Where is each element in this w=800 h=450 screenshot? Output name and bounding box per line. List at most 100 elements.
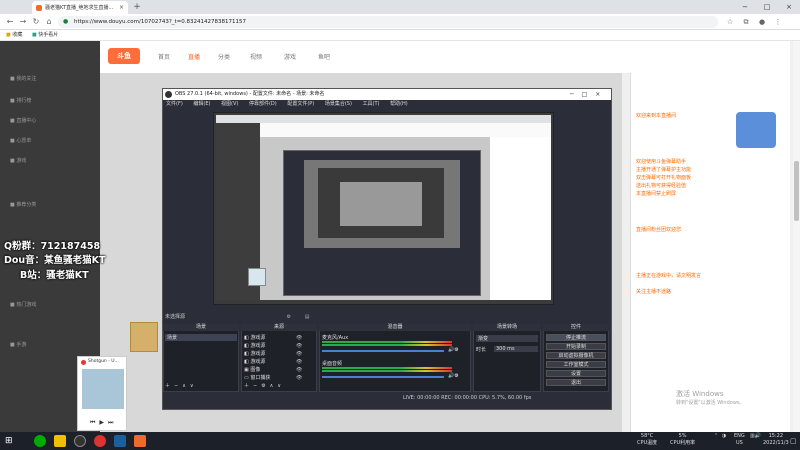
playback-controls[interactable]: ⏮▶⏭ bbox=[90, 419, 117, 427]
chat-line: 欢迎使用斗鱼弹幕助手 bbox=[636, 159, 687, 165]
home-icon[interactable]: ⌂ bbox=[43, 14, 55, 30]
network-volume-icons[interactable]: ▥🔊 bbox=[750, 433, 761, 440]
folder-app-icon[interactable] bbox=[54, 435, 66, 447]
menu-edit[interactable]: 编辑(E) bbox=[193, 101, 210, 107]
obs-logo-icon bbox=[165, 91, 172, 98]
scrollbar-thumb[interactable] bbox=[794, 161, 799, 221]
nav-category[interactable]: 分类 bbox=[218, 52, 230, 61]
album-cover bbox=[82, 369, 124, 409]
source-item[interactable]: ◧ 游戏源 bbox=[244, 358, 265, 365]
clock[interactable]: 15:22 2022/11/3 bbox=[763, 433, 789, 447]
page-scrollbar[interactable] bbox=[793, 41, 800, 432]
nav-fishbar[interactable]: 鱼吧 bbox=[318, 52, 330, 61]
menu-help[interactable]: 帮助(H) bbox=[390, 101, 408, 107]
browser-app-icon[interactable] bbox=[34, 435, 46, 447]
captured-preview-deep bbox=[340, 182, 422, 226]
start-recording-button[interactable]: 开始录制 bbox=[546, 343, 606, 350]
scene-item[interactable]: 场景 bbox=[165, 334, 237, 341]
bookmark-1[interactable]: 收藏 bbox=[12, 32, 22, 38]
watermark-line1: 激活 Windows bbox=[676, 390, 724, 398]
settings-button[interactable]: 设置 bbox=[546, 370, 606, 377]
gift-icon[interactable] bbox=[130, 322, 158, 352]
language-indicator[interactable]: ENG US bbox=[734, 433, 745, 447]
notification-icon[interactable]: ▢ bbox=[790, 437, 797, 445]
menu-view[interactable]: 视图(V) bbox=[221, 101, 238, 107]
chat-banner-image[interactable] bbox=[736, 112, 776, 148]
reload-icon[interactable]: ↻ bbox=[30, 14, 42, 30]
chat-line: 本直播间禁止刷屏 bbox=[636, 191, 677, 197]
mic-volume-slider[interactable] bbox=[322, 350, 444, 352]
obs-app-icon[interactable] bbox=[74, 435, 86, 447]
menu-icon[interactable]: ⋮ bbox=[772, 16, 784, 28]
virtual-camera-button[interactable]: 启动虚拟摄像机 bbox=[546, 352, 606, 359]
source-item[interactable]: ◧ 游戏源 bbox=[244, 350, 265, 357]
new-tab-button[interactable]: + bbox=[131, 1, 143, 13]
start-icon[interactable]: ⊞ bbox=[5, 436, 13, 446]
profile-icon[interactable]: ● bbox=[756, 16, 768, 28]
bookmark-2[interactable]: 快手看片 bbox=[38, 32, 58, 38]
netease-app-icon[interactable] bbox=[94, 435, 106, 447]
url-field[interactable]: ● https://www.douyu.com/10702743?_t=0.83… bbox=[58, 16, 718, 28]
scene-controls[interactable]: ＋−∧∨ bbox=[165, 382, 198, 389]
chat-line: 主播正在游戏中，请文明发言 bbox=[636, 273, 702, 279]
menu-tools[interactable]: 工具(T) bbox=[363, 101, 380, 107]
windows-activation-watermark: 激活 Windows 转到"设置"以激活 Windows。 bbox=[676, 390, 745, 408]
douyu-logo[interactable]: 斗鱼 bbox=[108, 48, 140, 64]
menu-docks[interactable]: 停靠部件(D) bbox=[249, 101, 277, 107]
douyu-app-icon[interactable] bbox=[134, 435, 146, 447]
minimize-window-button[interactable]: − bbox=[734, 0, 756, 14]
sidebar-item[interactable]: ■ 推荐分类 bbox=[10, 201, 36, 208]
stop-streaming-button[interactable]: 停止推流 bbox=[546, 334, 606, 341]
obs-menu-bar: 文件(F) 编辑(E) 视图(V) 停靠部件(D) 配置文件(P) 场景集合(S… bbox=[163, 100, 611, 109]
filters-icon[interactable]: ▤ bbox=[305, 314, 310, 320]
source-item[interactable]: ◧ 游戏源 bbox=[244, 342, 265, 349]
nav-live[interactable]: 直播 bbox=[188, 52, 200, 61]
obs-window-controls[interactable]: ─□× bbox=[570, 89, 608, 100]
sidebar-item[interactable]: ■ 游戏 bbox=[10, 157, 26, 164]
desktop-volume-slider[interactable] bbox=[322, 376, 444, 378]
sidebar-item[interactable]: ■ 直播中心 bbox=[10, 117, 36, 124]
source-item[interactable]: ◧ 游戏源 bbox=[244, 334, 265, 341]
transition-select[interactable]: 渐变 bbox=[476, 335, 538, 342]
transitions-header: 场景转场 bbox=[473, 324, 541, 331]
nav-game[interactable]: 游戏 bbox=[284, 52, 296, 61]
close-window-button[interactable]: × bbox=[778, 0, 800, 14]
chat-line: 双击弹幕可打开礼物面板 bbox=[636, 175, 692, 181]
properties-gear-icon[interactable]: ⚙ bbox=[287, 314, 291, 320]
bookmark-site-icon: ■ bbox=[31, 32, 37, 38]
sidebar-item[interactable]: ■ 我的关注 bbox=[10, 75, 36, 82]
visibility-icons[interactable]: 👁 👁 👁 👁 👁 👁 bbox=[296, 334, 302, 382]
sidebar-item[interactable]: ■ 心愿单 bbox=[10, 137, 31, 144]
nav-video[interactable]: 视频 bbox=[250, 52, 262, 61]
sidebar-item[interactable]: ■ 热门游戏 bbox=[10, 301, 36, 308]
menu-profile[interactable]: 配置文件(P) bbox=[287, 101, 314, 107]
forward-icon[interactable]: → bbox=[17, 14, 29, 30]
mic-speaker-icon[interactable]: 🔊⚙ bbox=[448, 347, 459, 353]
desktop-speaker-icon[interactable]: 🔊⚙ bbox=[448, 373, 459, 379]
extensions-icon[interactable]: ⧉ bbox=[740, 16, 752, 28]
sidebar-item[interactable]: ■ 排行榜 bbox=[10, 97, 31, 104]
sidebar-item[interactable]: ■ 手游 bbox=[10, 341, 26, 348]
browser-tab[interactable]: 骚老猫KT直播_绝地求生直播... × bbox=[32, 1, 128, 14]
back-icon[interactable]: ← bbox=[4, 14, 16, 30]
obs-status-bar: LIVE: 00:00:00 REC: 00:00:00 CPU: 5.7%, … bbox=[163, 394, 611, 403]
source-item[interactable]: ▭ 窗口捕获 bbox=[244, 374, 270, 381]
obs-title-bar: OBS 27.0.1 (64-bit, windows) - 配置文件: 未命名… bbox=[163, 89, 611, 100]
nav-home[interactable]: 首页 bbox=[158, 52, 170, 61]
bookmark-star-icon[interactable]: ☆ bbox=[724, 16, 736, 28]
chat-line: 直播间粉丝团欢迎您 bbox=[636, 227, 682, 233]
duration-input[interactable]: 300 ms bbox=[494, 346, 538, 352]
close-tab-icon[interactable]: × bbox=[119, 4, 124, 11]
exit-button[interactable]: 退出 bbox=[546, 379, 606, 386]
menu-file[interactable]: 文件(F) bbox=[166, 101, 183, 107]
obs-title: OBS 27.0.1 (64-bit, windows) - 配置文件: 未命名… bbox=[175, 91, 325, 97]
studio-mode-button[interactable]: 工作室模式 bbox=[546, 361, 606, 368]
tray-icons[interactable]: ⌃ ◑ bbox=[714, 433, 727, 440]
mini-player[interactable]: Shotgun - U... ⏮▶⏭ bbox=[77, 356, 127, 431]
overlay-bilibili: B站：骚老猫KT bbox=[20, 270, 89, 281]
maximize-window-button[interactable]: □ bbox=[756, 0, 778, 14]
menu-scene-collection[interactable]: 场景集合(S) bbox=[325, 101, 352, 107]
steam-app-icon[interactable] bbox=[114, 435, 126, 447]
source-controls[interactable]: ＋−⚙∧∨ bbox=[244, 382, 285, 389]
source-item[interactable]: ▣ 图像 bbox=[244, 366, 260, 373]
